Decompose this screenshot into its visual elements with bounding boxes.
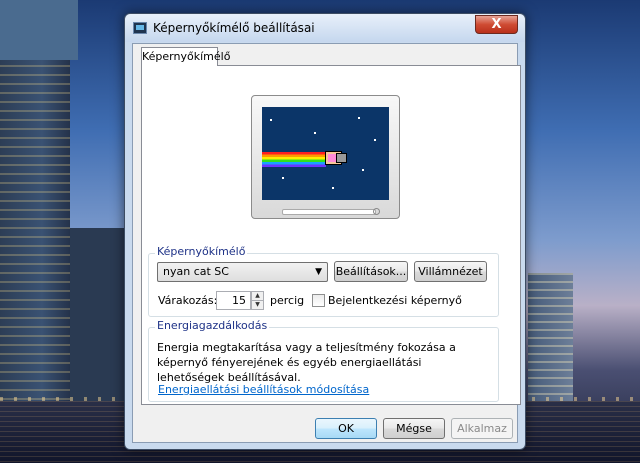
- power-led-icon: [373, 208, 380, 215]
- screensaver-select[interactable]: nyan cat SC ▼: [157, 262, 328, 282]
- wait-minutes-input[interactable]: 15: [216, 291, 251, 310]
- screensaver-select-value: nyan cat SC: [163, 265, 229, 278]
- preview-screen: [262, 107, 389, 200]
- monitor-stand: [282, 209, 376, 215]
- nyan-rainbow: [262, 152, 326, 167]
- nyan-cat-head: [336, 153, 347, 163]
- spin-up-icon[interactable]: ▲: [252, 292, 263, 301]
- screensaver-group-label: Képernyőkímélő: [155, 245, 248, 258]
- monitor-icon: [133, 22, 147, 34]
- tab-screensaver[interactable]: Képernyőkímélő: [141, 47, 230, 66]
- power-description: Energia megtakarítása vagy a teljesítmén…: [157, 341, 456, 384]
- window-title: Képernyőkímélő beállításai: [153, 21, 315, 35]
- apply-button[interactable]: Alkalmaz: [451, 418, 513, 439]
- settings-button[interactable]: Beállítások...: [334, 261, 408, 282]
- close-button[interactable]: X: [475, 15, 518, 34]
- preview-button[interactable]: Villámnézet: [414, 261, 487, 282]
- spin-down-icon[interactable]: ▼: [252, 301, 263, 309]
- preview-monitor: [251, 95, 400, 219]
- cancel-button[interactable]: Mégse: [383, 418, 445, 439]
- wait-minutes-spinner[interactable]: ▲ ▼: [251, 291, 264, 310]
- power-settings-link[interactable]: Energiaellátási beállítások módosítása: [158, 383, 369, 396]
- title-bar[interactable]: Képernyőkímélő beállításai X: [125, 14, 525, 42]
- chevron-down-icon: ▼: [315, 267, 322, 277]
- skyscraper-top: [0, 0, 78, 60]
- logon-screen-checkbox[interactable]: [312, 294, 325, 307]
- wait-label: Várakozás:: [158, 294, 218, 307]
- logon-screen-label[interactable]: Bejelentkezési képernyő: [328, 294, 462, 307]
- building-left: [70, 228, 125, 408]
- building-right: [528, 273, 573, 408]
- skyscraper-left: [0, 0, 70, 408]
- power-group-label: Energiagazdálkodás: [155, 319, 270, 332]
- ok-button[interactable]: OK: [315, 418, 377, 439]
- wait-unit-label: percig: [270, 294, 305, 307]
